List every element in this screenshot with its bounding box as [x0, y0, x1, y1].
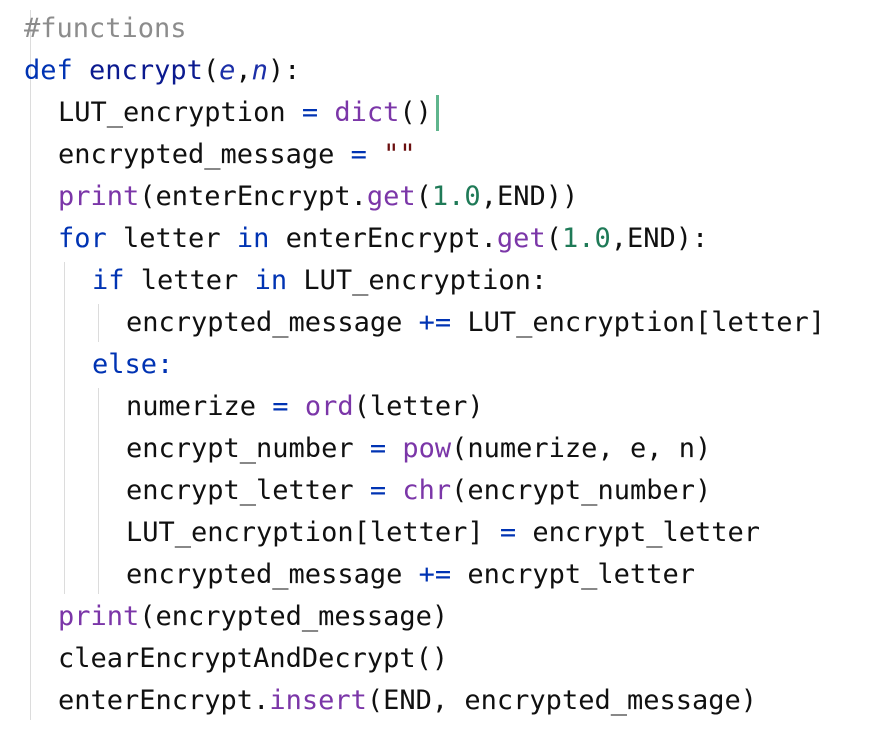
code-token: in [254, 265, 288, 296]
code-token: n [251, 55, 268, 86]
code-token: letter [124, 265, 255, 296]
code-line[interactable]: else: [92, 344, 173, 386]
code-token: def [24, 55, 73, 86]
code-line[interactable]: print(encrypted_message) [58, 596, 448, 638]
code-line[interactable]: for letter in enterEncrypt.get(1.0,END): [58, 218, 708, 260]
code-token: encrypted_message [126, 307, 419, 338]
code-token: (numerize, e, n) [451, 433, 712, 464]
code-line[interactable]: encrypted_message += encrypt_letter [126, 554, 695, 596]
code-token: if [92, 265, 125, 296]
code-token: ord [304, 391, 354, 422]
code-token: ( [415, 181, 432, 212]
code-token: = [334, 139, 384, 170]
code-line[interactable]: if letter in LUT_encryption: [92, 260, 547, 302]
code-token: encrypt_number [126, 433, 354, 464]
code-token: LUT_encryption [58, 97, 286, 128]
code-line[interactable]: enterEncrypt.insert(END, encrypted_messa… [58, 680, 757, 722]
code-token: enterEncrypt. [58, 685, 270, 716]
code-token: = [353, 475, 403, 506]
code-token: LUT_encryption[letter] [451, 307, 825, 338]
code-token: (END, encrypted_message) [366, 685, 758, 716]
text-caret [435, 95, 439, 131]
code-token: = [256, 391, 305, 422]
code-line[interactable]: print(enterEncrypt.get(1.0,END)) [58, 176, 578, 218]
code-token: , [235, 55, 252, 86]
code-token: = [353, 433, 403, 464]
code-token: encrypt_letter [126, 475, 354, 506]
code-token: ): [267, 55, 301, 86]
code-token: "" [383, 139, 416, 170]
code-token: letter [106, 223, 237, 254]
code-token: += [418, 559, 452, 590]
code-token: enterEncrypt. [269, 223, 497, 254]
code-token: encrypted_message [126, 559, 419, 590]
code-token: for [58, 223, 107, 254]
code-token: (encrypt_number) [451, 475, 712, 506]
code-token: ,END)) [480, 181, 579, 212]
code-line[interactable]: encrypted_message += LUT_encryption[lett… [126, 302, 825, 344]
code-token: (enterEncrypt. [139, 181, 367, 212]
code-token: get [496, 223, 546, 254]
code-line[interactable]: def encrypt(e,n): [24, 50, 300, 92]
code-token: ( [202, 55, 220, 86]
code-editor[interactable]: #functions def encrypt(e,n): LUT_encryptio… [0, 0, 890, 732]
code-line[interactable]: LUT_encryption = dict() [58, 92, 432, 134]
code-token: insert [269, 685, 367, 716]
code-token: pow [402, 433, 452, 464]
code-token: ( [545, 223, 562, 254]
code-token: += [418, 307, 452, 338]
code-token: encrypted_message [58, 139, 335, 170]
code-token: else: [92, 349, 174, 380]
code-line[interactable]: numerize = ord(letter) [126, 386, 484, 428]
code-token: (encrypted_message) [139, 601, 449, 632]
code-token: LUT_encryption: [287, 265, 548, 296]
code-token: 1.0 [431, 181, 481, 212]
code-token: clearEncryptAndDecrypt() [58, 643, 449, 674]
code-token: numerize [126, 391, 257, 422]
code-token: dict [334, 97, 400, 128]
code-token: ,END): [610, 223, 709, 254]
code-line[interactable]: #functions [24, 8, 187, 50]
code-token: encrypt [89, 55, 203, 86]
code-token: encrypt_letter [532, 517, 760, 548]
code-line[interactable]: LUT_encryption[letter] = encrypt_letter [126, 512, 760, 554]
code-token: #functions [24, 13, 187, 44]
code-token: chr [402, 475, 452, 506]
code-token: print [58, 601, 140, 632]
code-token: = [285, 97, 335, 128]
code-line[interactable]: encrypt_letter = chr(encrypt_number) [126, 470, 711, 512]
code-token: encrypt_letter [451, 559, 695, 590]
code-token: () [399, 97, 432, 128]
code-token: in [236, 223, 270, 254]
code-token: = [483, 517, 533, 548]
indent-guide [98, 388, 99, 594]
indent-guide [64, 262, 65, 594]
code-token: print [58, 181, 140, 212]
code-token: LUT_encryption[letter] [126, 517, 484, 548]
code-token: 1.0 [561, 223, 611, 254]
code-line[interactable]: clearEncryptAndDecrypt() [58, 638, 448, 680]
code-line[interactable]: encrypt_number = pow(numerize, e, n) [126, 428, 711, 470]
indent-guide [30, 10, 31, 720]
code-token: e [219, 55, 236, 86]
code-line[interactable]: encrypted_message = "" [58, 134, 416, 176]
code-token: (letter) [353, 391, 484, 422]
indent-guide [98, 304, 99, 342]
code-token: get [366, 181, 416, 212]
